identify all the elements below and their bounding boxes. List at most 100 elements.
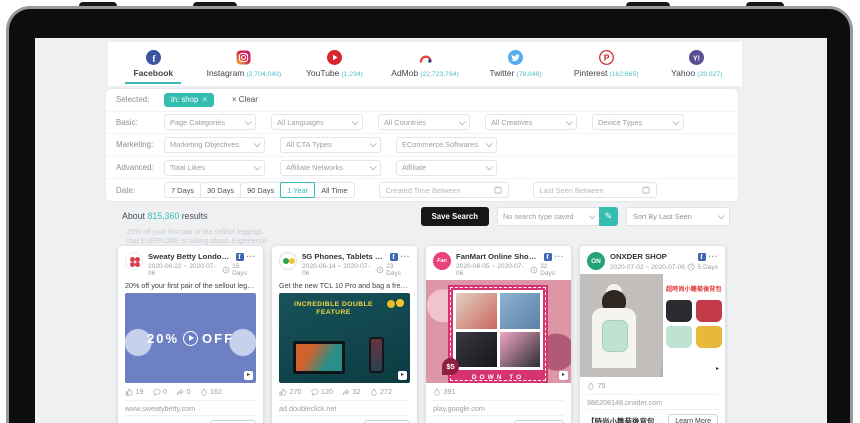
- selected-filter-chip[interactable]: in: shop ×: [164, 93, 214, 107]
- last-seen-between-input[interactable]: Last Seen Between: [533, 182, 657, 198]
- chevron-down-icon: [245, 118, 252, 125]
- tab-admob[interactable]: AdMob(22,723,764): [380, 42, 471, 86]
- marketing-label: Marketing:: [116, 140, 164, 149]
- tab-label: Pinterest: [574, 68, 608, 78]
- chevron-down-icon: [673, 118, 680, 125]
- ad-text-tooltip: 20% off your first pair of the sellout l…: [127, 229, 267, 246]
- more-menu-icon[interactable]: ···: [709, 254, 719, 260]
- advertiser-avatar[interactable]: Fan: [433, 252, 451, 270]
- advertiser-name[interactable]: ONXDER SHOP: [610, 252, 695, 261]
- date-90-days[interactable]: 90 Days: [240, 182, 281, 198]
- chevron-down-icon: [589, 212, 596, 219]
- affiliate-networks-select[interactable]: Affiliate Networks: [280, 160, 381, 176]
- yahoo-icon: Y!: [689, 50, 704, 65]
- date-all-time[interactable]: All Time: [314, 182, 354, 198]
- chip-close-icon[interactable]: ×: [202, 95, 207, 104]
- edit-saved-search-button[interactable]: ✎: [599, 207, 618, 226]
- advertiser-avatar[interactable]: [125, 252, 143, 270]
- ee-logo: [396, 299, 404, 307]
- clear-filters-button[interactable]: × Clear: [232, 95, 258, 104]
- ad-url[interactable]: www.sweatybetty.com: [125, 400, 256, 416]
- more-menu-icon[interactable]: ···: [247, 254, 257, 260]
- calendar-icon: [494, 186, 502, 194]
- backpack-graphic: [602, 320, 628, 352]
- ad-creative-image[interactable]: INCREDIBLE DOUBLE FEATURE ▸: [279, 293, 410, 383]
- ad-card-sweaty-betty[interactable]: Sweaty Betty London | Wom... f ··· 2020-…: [118, 246, 263, 423]
- heat-icon: [200, 388, 208, 396]
- creative-text: INCREDIBLE DOUBLE FEATURE: [291, 301, 376, 317]
- comment-icon: [311, 388, 319, 396]
- heat-icon: [370, 388, 378, 396]
- advertiser-name[interactable]: 5G Phones, Tablets & SIMs | ...: [302, 252, 387, 261]
- tab-label: Yahoo: [671, 68, 695, 78]
- ad-headline: 【時尚小雛菊後背包】小雛菊刺...: [587, 416, 664, 423]
- advertiser-avatar[interactable]: ON: [587, 252, 605, 270]
- ad-url[interactable]: 986208148.onxder.com: [587, 394, 718, 410]
- date-30-days[interactable]: 30 Days: [200, 182, 241, 198]
- ad-url[interactable]: play.google.com: [433, 400, 564, 416]
- languages-select[interactable]: All Languages: [271, 114, 363, 130]
- tab-instagram[interactable]: Instagram(2,704,049): [199, 42, 290, 86]
- page: f Facebook Instagram(2,704,049) YouTube(…: [0, 0, 860, 423]
- device-types-select[interactable]: Device Types: [592, 114, 684, 130]
- created-time-between-input[interactable]: Created Time Between: [379, 182, 509, 198]
- ad-creative-image[interactable]: 超時尚小雛菊後背包 ▸: [580, 274, 725, 377]
- tab-count: (78,848): [516, 71, 541, 78]
- tab-youtube[interactable]: YouTube(1,294): [289, 42, 380, 86]
- sort-by-select[interactable]: Sort By Last Seen: [626, 207, 730, 226]
- selected-label: Selected:: [116, 95, 164, 104]
- ad-stats: 75: [580, 377, 725, 394]
- clock-icon: [376, 266, 384, 274]
- chevron-down-icon: [352, 118, 359, 125]
- creatives-select[interactable]: All Creatives: [485, 114, 577, 130]
- ad-url[interactable]: ad.doubleclick.net: [279, 400, 410, 416]
- ad-card-onxder[interactable]: ON ONXDER SHOP f ··· 2020-07-02 ~ 2020-0…: [580, 246, 725, 423]
- ad-text: 20% off your first pair of the sellout l…: [118, 280, 263, 293]
- tab-facebook[interactable]: f Facebook: [108, 42, 199, 86]
- ad-creative-image[interactable]: 20% OFF ▸: [125, 293, 256, 383]
- tv-graphic: [293, 341, 345, 374]
- card-footer: ✔Cash on delivery ✔ Days fr... Learn Mor…: [426, 416, 571, 423]
- ad-date-range: 2020-07-02 ~ 2020-07-06: [610, 264, 685, 271]
- ad-creative-image[interactable]: DOWN TO $5 ▸: [426, 280, 571, 383]
- countries-select[interactable]: All Countries: [378, 114, 470, 130]
- clock-icon: [530, 266, 538, 274]
- page-categories-select[interactable]: Page Categories: [164, 114, 256, 130]
- date-1-year[interactable]: 1 Year: [280, 182, 315, 198]
- total-likes-select[interactable]: Total Likes: [164, 160, 265, 176]
- platform-tabbar: f Facebook Instagram(2,704,049) YouTube(…: [108, 42, 742, 86]
- tab-label: Twitter: [489, 68, 514, 78]
- chevron-down-icon: [370, 141, 377, 148]
- ad-duration: 32 Days: [540, 263, 564, 277]
- marketing-objectives-select[interactable]: Marketing Objectives: [164, 137, 265, 153]
- save-search-button[interactable]: Save Search: [421, 207, 489, 226]
- price-badge: $5: [442, 358, 459, 375]
- tab-pinterest[interactable]: P Pinterest(162,665): [561, 42, 652, 86]
- admob-icon: [418, 50, 433, 65]
- more-menu-icon[interactable]: ···: [555, 254, 565, 260]
- phone-graphic: [369, 337, 384, 373]
- tab-twitter[interactable]: Twitter(78,848): [470, 42, 561, 86]
- creative-text: DOWN TO: [448, 374, 548, 381]
- chevron-down-icon: [486, 141, 493, 148]
- learn-more-button[interactable]: Learn More: [668, 414, 718, 423]
- ad-date-range: 2020-06-22 ~ 2020-07-06: [148, 263, 222, 277]
- cta-types-select[interactable]: All CTA Types: [280, 137, 381, 153]
- filter-row-date: Date: 7 Days 30 Days 90 Days 1 Year All …: [106, 179, 738, 201]
- more-menu-icon[interactable]: ···: [401, 254, 411, 260]
- advertiser-avatar[interactable]: [279, 252, 297, 270]
- advertiser-name[interactable]: Sweaty Betty London | Wom...: [148, 252, 233, 261]
- affiliate-select[interactable]: Affiliate: [396, 160, 497, 176]
- chip-label: in: shop: [171, 95, 198, 104]
- app-screen: f Facebook Instagram(2,704,049) YouTube(…: [35, 38, 827, 423]
- ad-card-ee-5g[interactable]: 5G Phones, Tablets & SIMs | ... f ··· 20…: [272, 246, 417, 423]
- card-header: Fan FanMart Online Shopping - F... f ···…: [426, 246, 571, 280]
- filter-panel: Selected: in: shop× × Clear Basic: Page …: [105, 88, 739, 202]
- date-7-days[interactable]: 7 Days: [164, 182, 201, 198]
- card-header: Sweaty Betty London | Wom... f ··· 2020-…: [118, 246, 263, 280]
- tab-yahoo[interactable]: Y! Yahoo(28,027): [651, 42, 742, 86]
- ad-card-fanmart[interactable]: Fan FanMart Online Shopping - F... f ···…: [426, 246, 571, 423]
- saved-search-select[interactable]: No search type saved: [497, 207, 599, 226]
- advertiser-name[interactable]: FanMart Online Shopping - F...: [456, 252, 541, 261]
- ecommerce-softwares-select[interactable]: ECommerce Softwares: [396, 137, 497, 153]
